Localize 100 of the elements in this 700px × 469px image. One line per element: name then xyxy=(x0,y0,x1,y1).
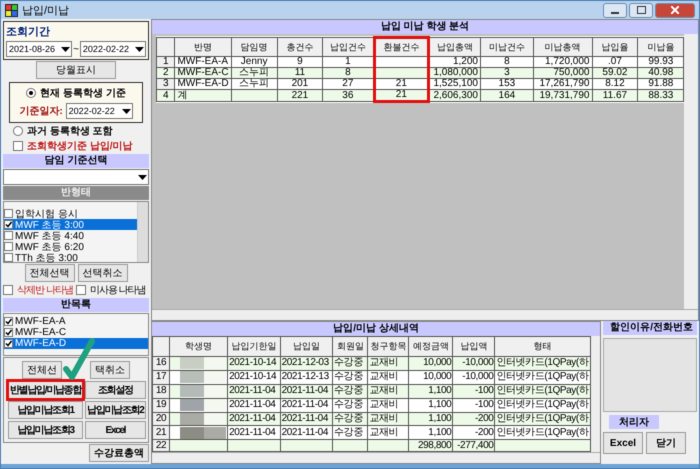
range-separator: ~ xyxy=(73,44,79,54)
month-button[interactable]: 당월표시 xyxy=(36,61,116,79)
table-cell: 88.33 xyxy=(638,90,684,102)
total-fee-button[interactable]: 수강료총액 xyxy=(89,444,149,462)
column-header: 미납건수 xyxy=(480,38,534,56)
class-type-item[interactable]: MWF 초등 4:40 xyxy=(4,230,137,241)
basis-date-field[interactable]: 2022-02-22 xyxy=(66,103,133,119)
table-cell: 21 xyxy=(374,90,429,102)
class-item[interactable]: MWF-EA-C xyxy=(4,327,148,338)
action-button[interactable]: 납입미납조회2 xyxy=(85,401,146,419)
teacher-header: 담임 기준선택 xyxy=(3,154,149,168)
table-cell: 인터넷카드(1QPay(하 xyxy=(494,370,590,384)
column-header: 납입건수 xyxy=(322,38,374,56)
table-cell: 인터넷카드(1QPay(하 xyxy=(494,384,590,398)
checkbox-icon[interactable] xyxy=(4,220,13,229)
table-cell: 1,100 xyxy=(408,412,453,426)
student-basis-checkbox[interactable]: 조회학생기준 납입/미납 xyxy=(3,139,149,153)
column-header: 회원일 xyxy=(332,336,368,356)
table-cell: 221 xyxy=(277,90,323,102)
table-cell: -100 xyxy=(452,384,495,398)
row-header xyxy=(152,336,170,356)
deselect-button[interactable]: 선택취소 xyxy=(78,264,128,282)
select-all-button[interactable]: 전체선택 xyxy=(24,264,74,282)
table-cell: 인터넷카드(1QPay(하 xyxy=(494,412,590,426)
table-cell: 2021-10-14 xyxy=(228,356,280,370)
dropdown-icon xyxy=(122,108,131,114)
table-cell xyxy=(228,440,280,452)
side-header: 할인이유/전화번호 xyxy=(603,321,697,335)
table-cell: 교재비 xyxy=(368,356,409,370)
column-header: 총건수 xyxy=(277,38,323,56)
table-cell: 2021-11-04 xyxy=(228,384,280,398)
table-cell: 수강중 xyxy=(332,370,368,384)
show-option-checkbox[interactable]: 삭제반 나타냄 xyxy=(3,283,73,297)
table-cell: 2021-10-14 xyxy=(228,370,280,384)
checkbox-icon[interactable] xyxy=(4,253,13,262)
table-cell: 1,100 xyxy=(408,398,453,412)
show-option-checkbox[interactable]: 미사용 나타냄 xyxy=(76,283,146,297)
table-cell: 19,731,790 xyxy=(533,90,592,102)
checkbox-icon[interactable] xyxy=(4,328,13,337)
summary-title: 납입 미납 학생 분석 xyxy=(152,20,698,34)
table-cell: 11.67 xyxy=(592,90,638,102)
checkbox-icon[interactable] xyxy=(4,231,13,240)
checkbox-icon[interactable] xyxy=(4,317,13,326)
date-to-field[interactable]: 2022-02-22 xyxy=(80,41,146,57)
basis-radio[interactable]: 현재 등록학생 기준 xyxy=(26,86,126,100)
table-cell: 교재비 xyxy=(368,384,409,398)
column-header: 형태 xyxy=(494,336,590,356)
row-number: 18 xyxy=(152,384,170,398)
row-number: 22 xyxy=(152,440,170,452)
class-list-header: 반목록 xyxy=(3,298,149,312)
checkbox-icon[interactable] xyxy=(4,209,13,218)
table-cell: 교재비 xyxy=(368,370,409,384)
class-item[interactable]: MWF-EA-D xyxy=(4,338,148,349)
action-button[interactable]: Excel xyxy=(85,421,146,439)
minimize-button[interactable] xyxy=(603,2,627,18)
deselect-button[interactable]: 택취소 xyxy=(90,361,130,379)
table-cell: -10,000 xyxy=(452,356,495,370)
table-cell xyxy=(374,68,429,78)
column-header: 납입총액 xyxy=(428,38,480,56)
scrollbar[interactable] xyxy=(152,309,698,320)
row-number: 2 xyxy=(156,68,175,78)
memo-field[interactable] xyxy=(603,338,697,412)
column-header: 환불건수 xyxy=(374,38,429,56)
class-type-item[interactable]: 입학시험 응시 xyxy=(4,208,137,219)
date-from-field[interactable]: 2021-08-26 xyxy=(6,41,72,57)
side-button[interactable]: 닫기 xyxy=(646,432,686,454)
class-type-item[interactable]: MWF 초등 6:20 xyxy=(4,241,137,252)
scrollbar[interactable] xyxy=(684,34,698,309)
select-all-button[interactable]: 전체선 xyxy=(22,361,62,379)
checkbox-icon[interactable] xyxy=(4,339,13,348)
period-label: 조회기간 xyxy=(6,25,51,39)
column-header: 납입액 xyxy=(452,336,495,356)
class-type-item[interactable]: TTh 초등 3:00 xyxy=(4,252,137,263)
action-button[interactable]: 조회설정 xyxy=(85,381,146,399)
table-cell: 수강중 xyxy=(332,398,368,412)
table-cell: 수강중 xyxy=(332,356,368,370)
column-header: 납입기한일 xyxy=(228,336,280,356)
row-number: 4 xyxy=(156,90,175,102)
table-cell: 2021-11-04 xyxy=(280,384,333,398)
maximize-button[interactable] xyxy=(629,2,653,18)
side-button[interactable]: Excel xyxy=(603,432,643,454)
column-header: 납입일 xyxy=(280,336,333,356)
checkbox-icon[interactable] xyxy=(4,242,13,251)
table-cell: 수강중 xyxy=(332,412,368,426)
action-button[interactable]: 납입미납조회1 xyxy=(8,401,84,419)
close-button[interactable] xyxy=(655,2,695,18)
row-number: 3 xyxy=(156,78,175,90)
scrollbar[interactable] xyxy=(137,202,148,262)
row-number: 1 xyxy=(156,56,175,68)
handler-label: 처리자 xyxy=(609,415,659,429)
teacher-select[interactable] xyxy=(3,169,149,185)
table-cell: -100 xyxy=(452,398,495,412)
table-cell: 교재비 xyxy=(368,398,409,412)
class-item[interactable]: MWF-EA-A xyxy=(4,316,148,327)
table-cell: 2021-12-13 xyxy=(280,370,333,384)
class-type-item[interactable]: MWF 초등 3:00 xyxy=(4,219,137,230)
app-icon xyxy=(5,4,18,16)
action-button[interactable]: 납입미납조회3 xyxy=(8,421,84,439)
action-button[interactable]: 반별납입/미납종합 xyxy=(8,381,84,399)
basis-radio[interactable]: 과거 등록학생 포함 xyxy=(3,124,149,138)
